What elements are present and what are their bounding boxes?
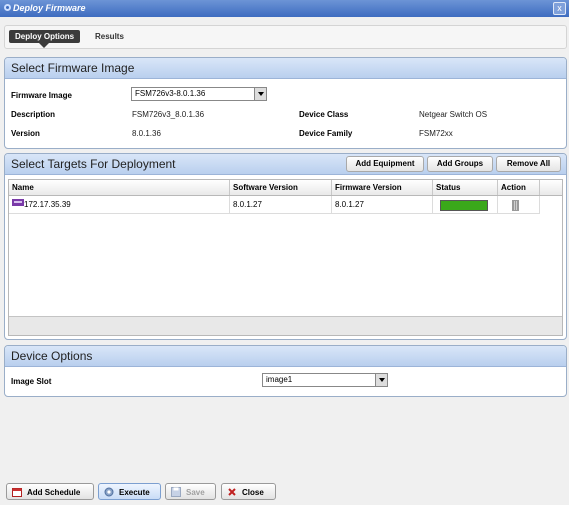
version-value: 8.0.1.36 [132, 129, 161, 138]
firmware-panel: Select Firmware Image Firmware Image FSM… [4, 57, 567, 149]
status-progress-bar [440, 200, 488, 211]
floppy-icon [171, 487, 181, 497]
device-family-label: Device Family [299, 129, 353, 138]
column-header-firmware-version[interactable]: Firmware Version [332, 180, 433, 195]
app-icon [4, 4, 11, 11]
image-slot-value: image1 [266, 375, 293, 384]
title-bar: Deploy Firmware x [0, 0, 569, 17]
image-slot-label: Image Slot [11, 377, 52, 386]
save-label: Save [186, 488, 205, 497]
version-label: Version [11, 129, 40, 138]
tab-deploy-options[interactable]: Deploy Options [9, 30, 81, 48]
firmware-version-cell: 8.0.1.27 [332, 196, 433, 214]
column-header-status[interactable]: Status [433, 180, 498, 195]
close-label: Close [242, 488, 264, 497]
table-horizontal-scrollbar[interactable] [9, 316, 562, 335]
image-slot-select[interactable]: image1 [262, 373, 388, 387]
device-name: 172.17.35.39 [24, 200, 71, 209]
device-class-label: Device Class [299, 110, 349, 119]
firmware-image-select[interactable]: FSM726v3-8.0.1.36 [131, 87, 267, 101]
description-value: FSM726v3_8.0.1.36 [132, 110, 205, 119]
targets-panel-title: Select Targets For Deployment [11, 157, 176, 171]
trash-icon[interactable] [512, 200, 519, 211]
firmware-panel-title: Select Firmware Image [11, 61, 135, 75]
action-cell [498, 196, 540, 214]
gear-icon [104, 487, 114, 497]
software-version-cell: 8.0.1.27 [230, 196, 332, 214]
column-header-software-version[interactable]: Software Version [230, 180, 332, 195]
column-header-action[interactable]: Action [498, 180, 540, 195]
targets-table: Name Software Version Firmware Version S… [8, 179, 563, 336]
tab-bar: Deploy Options Results [4, 25, 567, 49]
description-label: Description [11, 110, 56, 119]
add-schedule-button[interactable]: Add Schedule [6, 483, 94, 500]
firmware-image-value: FSM726v3-8.0.1.36 [135, 89, 206, 98]
add-equipment-button[interactable]: Add Equipment [346, 156, 424, 172]
window-close-button[interactable]: x [553, 2, 566, 15]
column-header-name[interactable]: Name [9, 180, 230, 195]
close-button[interactable]: Close [221, 483, 276, 500]
status-cell [433, 196, 498, 214]
save-button[interactable]: Save [165, 483, 216, 500]
device-class-value: Netgear Switch OS [419, 110, 488, 119]
x-icon [228, 488, 236, 496]
row-name-cell: 172.17.35.39 [9, 196, 230, 214]
execute-label: Execute [119, 488, 150, 497]
device-icon [12, 199, 24, 206]
table-header: Name Software Version Firmware Version S… [9, 180, 562, 196]
chevron-down-icon[interactable] [254, 88, 266, 100]
add-schedule-label: Add Schedule [27, 488, 81, 497]
device-family-value: FSM72xx [419, 129, 453, 138]
device-options-panel: Device Options Image Slot image1 [4, 345, 567, 397]
execute-button[interactable]: Execute [98, 483, 161, 500]
tab-results[interactable]: Results [89, 30, 130, 43]
window-title: Deploy Firmware [13, 3, 86, 13]
firmware-image-label: Firmware Image [11, 91, 72, 100]
add-groups-button[interactable]: Add Groups [427, 156, 493, 172]
device-options-panel-title: Device Options [11, 349, 93, 363]
status-progress-fill [441, 201, 487, 210]
remove-all-button[interactable]: Remove All [496, 156, 561, 172]
calendar-icon [12, 488, 22, 497]
chevron-down-icon[interactable] [375, 374, 387, 386]
targets-panel: Select Targets For Deployment Add Equipm… [4, 153, 567, 340]
